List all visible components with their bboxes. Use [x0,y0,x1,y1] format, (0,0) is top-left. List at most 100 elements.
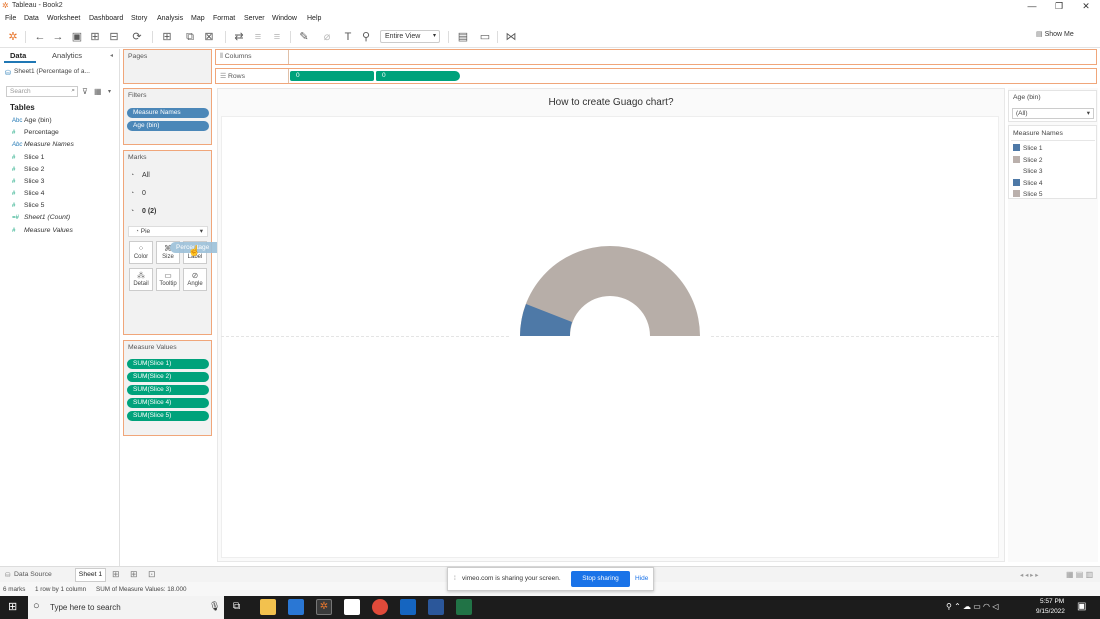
sort-asc-icon[interactable]: ≡ [251,30,265,44]
marks-row-all[interactable]: ◔ All [130,172,150,179]
system-tray-icons[interactable]: ⚲ ⌃ ☁ ▭ ◠ ◁ [946,602,998,611]
view-list-icon[interactable]: ▦ [94,87,102,96]
mark-type-select[interactable]: ◔ Pie ▾ [128,226,208,237]
age-filter-select[interactable]: (All) ▾ [1012,108,1094,119]
legend-item-slice-2[interactable]: Slice 2 [1013,156,1043,164]
swap-icon[interactable]: ⇄ [232,30,246,44]
field-sheet1-count[interactable]: =# Sheet1 (Count) [12,214,70,221]
mv-pill-slice-4[interactable]: SUM(Slice 4) [127,398,209,408]
tab-data[interactable]: Data [10,51,26,60]
tab-sheet-1[interactable]: Sheet 1 [75,568,106,582]
menu-story[interactable]: Story [131,15,147,22]
labels-icon[interactable]: T [341,30,355,44]
show-cards-icon[interactable]: ▤ [456,30,470,44]
menu-help[interactable]: Help [307,15,321,22]
presentation-icon[interactable]: ▭ [478,30,492,44]
menu-data[interactable]: Data [24,15,39,22]
field-measure-names[interactable]: Abc Measure Names [12,141,74,148]
mail-icon[interactable] [288,599,304,615]
tableau-home-icon[interactable]: ✲ [6,30,20,44]
field-measure-values[interactable]: # Measure Values [12,227,73,234]
notifications-icon[interactable]: ▣ [1077,601,1086,612]
windows-start-icon[interactable]: ⊞ [8,600,17,613]
menu-server[interactable]: Server [244,15,265,22]
filter-pill-measure-names[interactable]: Measure Names [127,108,209,118]
menu-format[interactable]: Format [213,15,235,22]
legend-item-slice-5[interactable]: Slice 5 [1013,190,1043,198]
tooltip-button[interactable]: ▭ Tooltip [156,268,180,291]
field-slice-1[interactable]: # Slice 1 [12,154,44,161]
menu-window[interactable]: Window [272,15,297,22]
new-datasource-icon[interactable]: ⊞ [88,30,102,44]
file-explorer-icon[interactable] [260,599,276,615]
field-slice-3[interactable]: # Slice 3 [12,178,44,185]
angle-button[interactable]: ⊘ Angle [183,268,207,291]
gauge-chart[interactable] [510,240,710,340]
legend-item-slice-3[interactable]: Slice 3 [1013,167,1043,175]
share-icon[interactable]: ⋈ [504,30,518,44]
mv-pill-slice-3[interactable]: SUM(Slice 3) [127,385,209,395]
drag-handle-icon[interactable]: ⁞ [454,575,456,582]
tableau-app-icon[interactable]: ✲ [316,599,332,615]
task-view-icon[interactable]: ⧉ [233,601,240,612]
group-icon[interactable]: ⌀ [320,30,334,44]
rows-pill-0-b[interactable]: 0 [376,71,460,81]
save-icon[interactable]: ▣ [70,30,84,44]
duplicate-sheet-icon[interactable]: ⧉ [183,30,197,44]
field-age-bin[interactable]: Abc Age (bin) [12,117,52,124]
redo-icon[interactable]: → [51,30,65,44]
datasource-name[interactable]: Sheet1 (Percentage of a... [14,68,90,75]
filter-icon[interactable]: ⊽ [82,87,88,96]
rows-shelf[interactable]: ☰ Rows 0 0 [215,68,1097,84]
chevron-down-icon[interactable]: ▾ [108,88,111,95]
marks-row-0-2[interactable]: ◔ 0 (2) [130,208,156,215]
new-sheet-icon[interactable]: ⊞ [112,569,120,580]
new-worksheet-icon[interactable]: ⊞ [160,30,174,44]
undo-icon[interactable]: ← [33,30,47,44]
detail-button[interactable]: ⁂ Detail [129,268,153,291]
legend-item-slice-4[interactable]: Slice 4 [1013,179,1043,187]
clear-sheet-icon[interactable]: ⊠ [202,30,216,44]
tab-data-source[interactable]: Data Source [14,571,52,578]
pane-collapse-icon[interactable]: ◂ [110,52,113,59]
excel-icon[interactable] [456,599,472,615]
word-icon[interactable] [428,599,444,615]
outlook-icon[interactable] [400,599,416,615]
nav-arrows-icon[interactable]: ◂ ◂ ▸ ▸ [1020,571,1038,579]
new-story-icon[interactable]: ⊡ [148,569,156,580]
sort-desc-icon[interactable]: ≡ [270,30,284,44]
menu-dashboard[interactable]: Dashboard [89,15,123,22]
menu-map[interactable]: Map [191,15,205,22]
filters-card[interactable]: Filters Measure Names Age (bin) [123,88,212,145]
mv-pill-slice-5[interactable]: SUM(Slice 5) [127,411,209,421]
field-slice-4[interactable]: # Slice 4 [12,190,44,197]
menu-worksheet[interactable]: Worksheet [47,15,80,22]
pin-icon[interactable]: ⚲ [359,30,373,44]
taskbar-search[interactable]: ○ Type here to search 🎙 [28,596,224,619]
restore-icon[interactable]: ❐ [1047,0,1071,13]
new-dashboard-icon[interactable]: ⊞ [130,569,138,580]
marks-row-0[interactable]: ◔ 0 [130,190,146,197]
columns-shelf[interactable]: ⫴ Columns [215,49,1097,65]
mv-pill-slice-1[interactable]: SUM(Slice 1) [127,359,209,369]
stop-sharing-button[interactable]: Stop sharing [571,571,630,587]
microphone-icon[interactable]: 🎙 [209,601,220,612]
minimize-icon[interactable]: — [1020,0,1044,13]
field-slice-5[interactable]: # Slice 5 [12,202,44,209]
chrome-icon[interactable] [372,599,388,615]
rows-pill-0-a[interactable]: 0 [290,71,374,81]
tab-analytics[interactable]: Analytics [52,51,82,60]
pause-updates-icon[interactable]: ⊟ [107,30,121,44]
field-slice-2[interactable]: # Slice 2 [12,166,44,173]
hide-button[interactable]: Hide [635,575,648,582]
refresh-icon[interactable]: ⟳ [130,30,144,44]
menu-analysis[interactable]: Analysis [157,15,183,22]
legend-item-slice-1[interactable]: Slice 1 [1013,144,1043,152]
field-percentage[interactable]: # Percentage [12,129,59,136]
highlight-icon[interactable]: ✎ [297,30,311,44]
show-me-button[interactable]: ▤ Show Me [1036,30,1092,44]
color-button[interactable]: ⁘ Color [129,241,153,264]
field-search-input[interactable]: Search ⌕ [6,86,78,97]
menu-file[interactable]: File [5,15,16,22]
notepad-icon[interactable] [344,599,360,615]
